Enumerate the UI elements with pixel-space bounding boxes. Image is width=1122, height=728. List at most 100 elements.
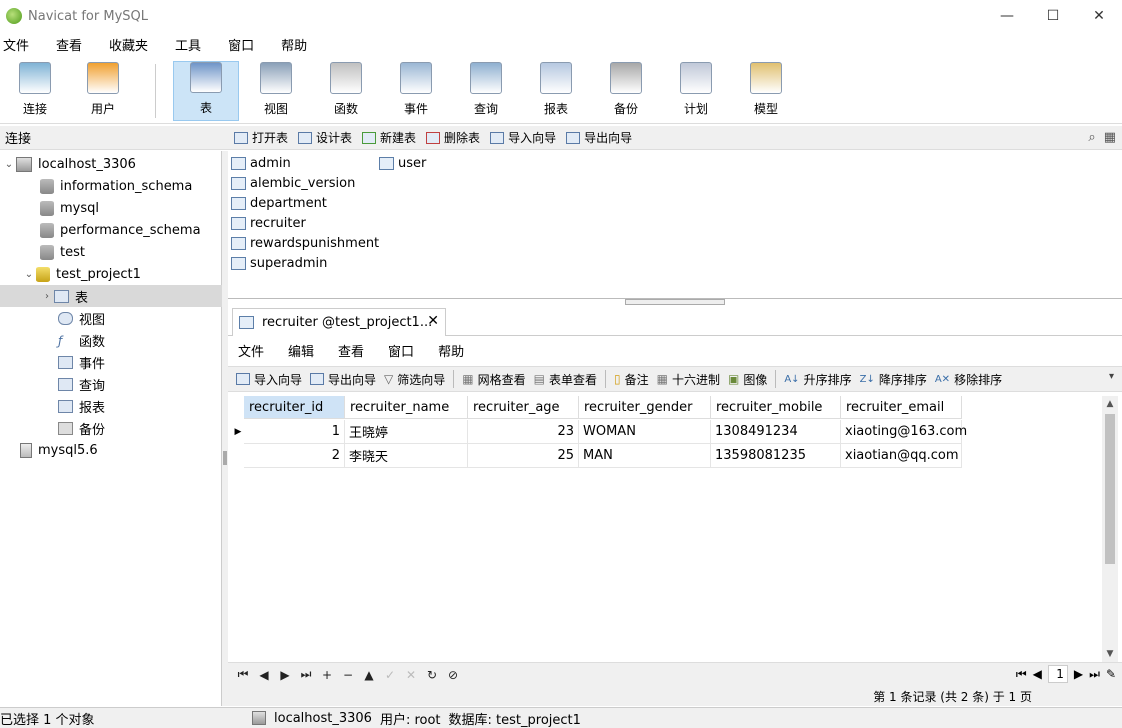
table-cell[interactable]: WOMAN	[579, 420, 711, 444]
tab-close-icon[interactable]: ✕	[427, 313, 439, 329]
stop-icon[interactable]: ⊘	[447, 668, 459, 682]
panel-splitter[interactable]	[625, 299, 725, 305]
delete-record-icon[interactable]: −	[342, 668, 354, 682]
chevron-right-icon[interactable]: ›	[40, 291, 54, 302]
filter-wizard-button[interactable]: ▽ 筛选向导	[384, 371, 445, 388]
tree-item-views[interactable]: 视图	[58, 307, 105, 329]
first-record-icon[interactable]: ⏮	[237, 667, 249, 682]
menu-favorites[interactable]: 收藏夹	[106, 35, 160, 54]
discard-changes-icon[interactable]: ✕	[405, 668, 417, 682]
toolbar-event-button[interactable]: 事件	[383, 61, 449, 121]
sort-descending-button[interactable]: Z↓ 降序排序	[860, 371, 927, 388]
menu-tools[interactable]: 工具	[172, 35, 213, 54]
table-item-user[interactable]: user	[379, 153, 426, 173]
chevron-down-icon[interactable]: ⌄	[22, 269, 36, 280]
tree-item-functions[interactable]: ƒ 函数	[58, 329, 105, 351]
toolbar-view-button[interactable]: 视图	[243, 61, 309, 121]
sort-ascending-button[interactable]: A↓ 升序排序	[784, 371, 851, 388]
column-header-recruiter-gender[interactable]: recruiter_gender	[579, 396, 711, 419]
minimize-button[interactable]: —	[984, 0, 1030, 32]
settings-icon[interactable]: ✎	[1106, 667, 1116, 681]
table-cell[interactable]: 25	[468, 444, 579, 468]
table-cell[interactable]: 李晓天	[345, 444, 468, 468]
toolbar-backup-button[interactable]: 备份	[593, 61, 659, 121]
maximize-button[interactable]: ☐	[1030, 0, 1076, 32]
tab-recruiter[interactable]: recruiter @test_project1... ✕	[232, 308, 446, 336]
next-record-icon[interactable]: ▶	[279, 668, 291, 682]
close-button[interactable]: ✕	[1076, 0, 1122, 32]
table-item-alembic-version[interactable]: alembic_version	[231, 173, 355, 193]
inner-menu-help[interactable]: 帮助	[438, 341, 464, 360]
table-item-rewardspunishment[interactable]: rewardspunishment	[231, 233, 379, 253]
tree-server-mysql56[interactable]: mysql5.6	[20, 439, 98, 461]
chevron-down-icon[interactable]: ⌄	[2, 159, 16, 170]
image-button[interactable]: ▣ 图像	[728, 371, 767, 388]
next-page-icon[interactable]: ▶	[1074, 667, 1083, 681]
remove-sort-button[interactable]: A✕ 移除排序	[935, 371, 1002, 388]
table-cell[interactable]: xiaotian@qq.com	[841, 444, 962, 468]
grid-view-button[interactable]: ▦ 网格查看	[462, 371, 525, 388]
memo-button[interactable]: ▯ 备注	[614, 371, 649, 388]
previous-record-icon[interactable]: ◀	[258, 668, 270, 682]
tree-db-performance-schema[interactable]: performance_schema	[40, 219, 201, 241]
toolbar-function-button[interactable]: 函数	[313, 61, 379, 121]
tree-item-backups[interactable]: 备份	[58, 417, 105, 439]
search-icon[interactable]: ⌕	[1088, 130, 1095, 145]
menu-help[interactable]: 帮助	[278, 35, 319, 54]
table-item-recruiter[interactable]: recruiter	[231, 213, 306, 233]
table-cell[interactable]: 1308491234	[711, 420, 841, 444]
grid-export-button[interactable]: 导出向导	[310, 371, 376, 388]
inner-menu-window[interactable]: 窗口	[388, 341, 414, 360]
toolbar-query-button[interactable]: 查询	[453, 61, 519, 121]
menu-file[interactable]: 文件	[0, 35, 41, 54]
table-cell[interactable]: 王晓婷	[345, 420, 468, 444]
refresh-icon[interactable]: ↻	[426, 668, 438, 682]
tree-db-test-project1[interactable]: ⌄ test_project1	[22, 263, 141, 285]
scroll-up-icon[interactable]: ▲	[1102, 396, 1118, 412]
menu-view[interactable]: 查看	[53, 35, 94, 54]
table-cell[interactable]: xiaoting@163.com	[841, 420, 967, 444]
table-item-department[interactable]: department	[231, 193, 327, 213]
toolbar-user-button[interactable]: 用户	[70, 61, 136, 121]
tree-db-test[interactable]: test	[40, 241, 85, 263]
first-page-icon[interactable]: ⏮	[1016, 667, 1027, 682]
grid-view-icon[interactable]: ▦	[1104, 130, 1116, 145]
delete-table-button[interactable]: 删除表	[426, 129, 480, 146]
toolbar-report-button[interactable]: 报表	[523, 61, 589, 121]
last-record-icon[interactable]: ⏭	[300, 667, 312, 682]
inner-menu-view[interactable]: 查看	[338, 341, 364, 360]
table-cell[interactable]: 13598081235	[711, 444, 841, 468]
tree-db-mysql[interactable]: mysql	[40, 197, 99, 219]
import-wizard-button[interactable]: 导入向导	[490, 129, 556, 146]
table-item-superadmin[interactable]: superadmin	[231, 253, 327, 273]
splitter-grip[interactable]	[223, 451, 227, 465]
inner-menu-edit[interactable]: 编辑	[288, 341, 314, 360]
grid-import-button[interactable]: 导入向导	[236, 371, 302, 388]
toolbar-overflow-icon[interactable]: ▾	[1109, 371, 1114, 382]
tree-item-tables[interactable]: › 表	[0, 285, 222, 307]
column-header-recruiter-id[interactable]: recruiter_id	[244, 396, 345, 419]
inner-menu-file[interactable]: 文件	[238, 341, 264, 360]
scrollbar-thumb[interactable]	[1105, 414, 1115, 564]
tree-item-queries[interactable]: 查询	[58, 373, 105, 395]
tree-item-reports[interactable]: 报表	[58, 395, 105, 417]
add-record-icon[interactable]: +	[321, 668, 333, 682]
previous-page-icon[interactable]: ◀	[1033, 667, 1042, 681]
table-cell[interactable]: MAN	[579, 444, 711, 468]
table-cell[interactable]: 23	[468, 420, 579, 444]
last-page-icon[interactable]: ⏭	[1089, 667, 1100, 682]
column-header-recruiter-mobile[interactable]: recruiter_mobile	[711, 396, 841, 419]
table-cell[interactable]: 2	[244, 444, 345, 468]
toolbar-schedule-button[interactable]: 计划	[663, 61, 729, 121]
export-wizard-button[interactable]: 导出向导	[566, 129, 632, 146]
vertical-scrollbar[interactable]: ▲ ▼	[1102, 396, 1118, 662]
column-header-recruiter-age[interactable]: recruiter_age	[468, 396, 579, 419]
tree-db-information-schema[interactable]: information_schema	[40, 175, 192, 197]
table-item-admin[interactable]: admin	[231, 153, 291, 173]
column-header-recruiter-email[interactable]: recruiter_email	[841, 396, 962, 419]
hex-button[interactable]: ▦ 十六进制	[657, 371, 720, 388]
new-table-button[interactable]: 新建表	[362, 129, 416, 146]
form-view-button[interactable]: ▤ 表单查看	[534, 371, 597, 388]
design-table-button[interactable]: 设计表	[298, 129, 352, 146]
scroll-down-icon[interactable]: ▼	[1102, 646, 1118, 662]
